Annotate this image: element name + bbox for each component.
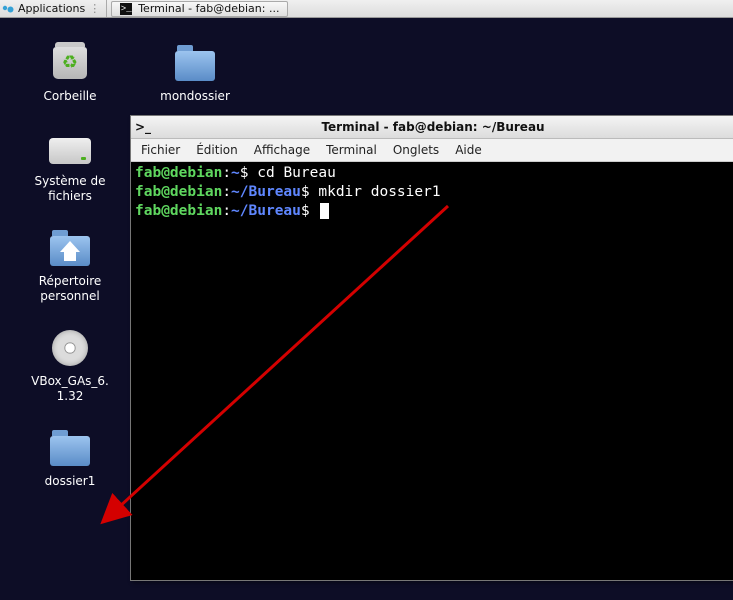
desktop-icon-corbeille[interactable]: ♻ Corbeille xyxy=(15,43,125,104)
menu-separator-icon: ⋮ xyxy=(89,2,100,15)
prompt-userhost: fab@debian xyxy=(135,184,222,200)
cursor-icon xyxy=(320,203,329,219)
prompt-path: ~/Bureau xyxy=(231,203,301,219)
icon-label: Système de fichiers xyxy=(35,174,106,204)
prompt-path: ~ xyxy=(231,165,240,181)
trash-icon: ♻ xyxy=(48,43,92,83)
prompt-path: ~/Bureau xyxy=(231,184,301,200)
applications-label: Applications xyxy=(18,2,85,15)
prompt-sep: : xyxy=(222,203,231,219)
taskbar-item-terminal[interactable]: >_ Terminal - fab@debian: ... xyxy=(111,1,288,17)
icon-label: VBox_GAs_6. 1.32 xyxy=(31,374,109,404)
home-folder-icon xyxy=(48,228,92,268)
icon-label: mondossier xyxy=(160,89,230,104)
desktop-icon-vbox[interactable]: VBox_GAs_6. 1.32 xyxy=(15,328,125,404)
prompt-sep: : xyxy=(222,165,231,181)
terminal-icon: >_ xyxy=(120,3,132,15)
icon-label: dossier1 xyxy=(45,474,96,489)
desktop[interactable]: ♻ Corbeille Système de fichiers Répertoi… xyxy=(0,18,733,582)
folder-icon xyxy=(48,428,92,468)
drive-icon xyxy=(48,128,92,168)
terminal-window[interactable]: >_ Terminal - fab@debian: ~/Bureau Fichi… xyxy=(130,115,733,581)
desktop-icon-dossier1[interactable]: dossier1 xyxy=(15,428,125,489)
prompt-symbol: $ xyxy=(240,165,249,181)
command-text: cd Bureau xyxy=(257,165,336,181)
menu-affichage[interactable]: Affichage xyxy=(254,143,310,157)
menu-edition[interactable]: Édition xyxy=(196,143,238,157)
disc-icon xyxy=(48,328,92,368)
icon-label: Répertoire personnel xyxy=(39,274,102,304)
desktop-icon-home[interactable]: Répertoire personnel xyxy=(15,228,125,304)
prompt-symbol: $ xyxy=(301,184,310,200)
prompt-sep: : xyxy=(222,184,231,200)
applications-menu[interactable]: Applications ⋮ xyxy=(0,0,107,17)
menu-fichier[interactable]: Fichier xyxy=(141,143,180,157)
terminal-icon: >_ xyxy=(135,120,151,134)
desktop-icon-mondossier[interactable]: mondossier xyxy=(140,43,250,104)
xfce-mouse-icon xyxy=(2,3,14,15)
prompt-userhost: fab@debian xyxy=(135,165,222,181)
window-titlebar[interactable]: >_ Terminal - fab@debian: ~/Bureau xyxy=(131,116,733,139)
terminal-output[interactable]: fab@debian:~$ cd Bureau fab@debian:~/Bur… xyxy=(131,162,733,580)
window-title: Terminal - fab@debian: ~/Bureau xyxy=(157,120,733,134)
taskbar: Applications ⋮ >_ Terminal - fab@debian:… xyxy=(0,0,733,18)
command-text: mkdir dossier1 xyxy=(318,184,440,200)
menu-terminal[interactable]: Terminal xyxy=(326,143,377,157)
desktop-icon-column-1: ♻ Corbeille Système de fichiers Répertoi… xyxy=(10,43,130,489)
menu-aide[interactable]: Aide xyxy=(455,143,482,157)
taskbar-item-label: Terminal - fab@debian: ... xyxy=(138,2,279,15)
prompt-userhost: fab@debian xyxy=(135,203,222,219)
folder-icon xyxy=(173,43,217,83)
icon-label: Corbeille xyxy=(43,89,96,104)
prompt-symbol: $ xyxy=(301,203,310,219)
desktop-icon-filesystem[interactable]: Système de fichiers xyxy=(15,128,125,204)
desktop-icon-column-2: mondossier xyxy=(140,43,250,104)
menu-onglets[interactable]: Onglets xyxy=(393,143,439,157)
window-menubar: Fichier Édition Affichage Terminal Ongle… xyxy=(131,139,733,162)
